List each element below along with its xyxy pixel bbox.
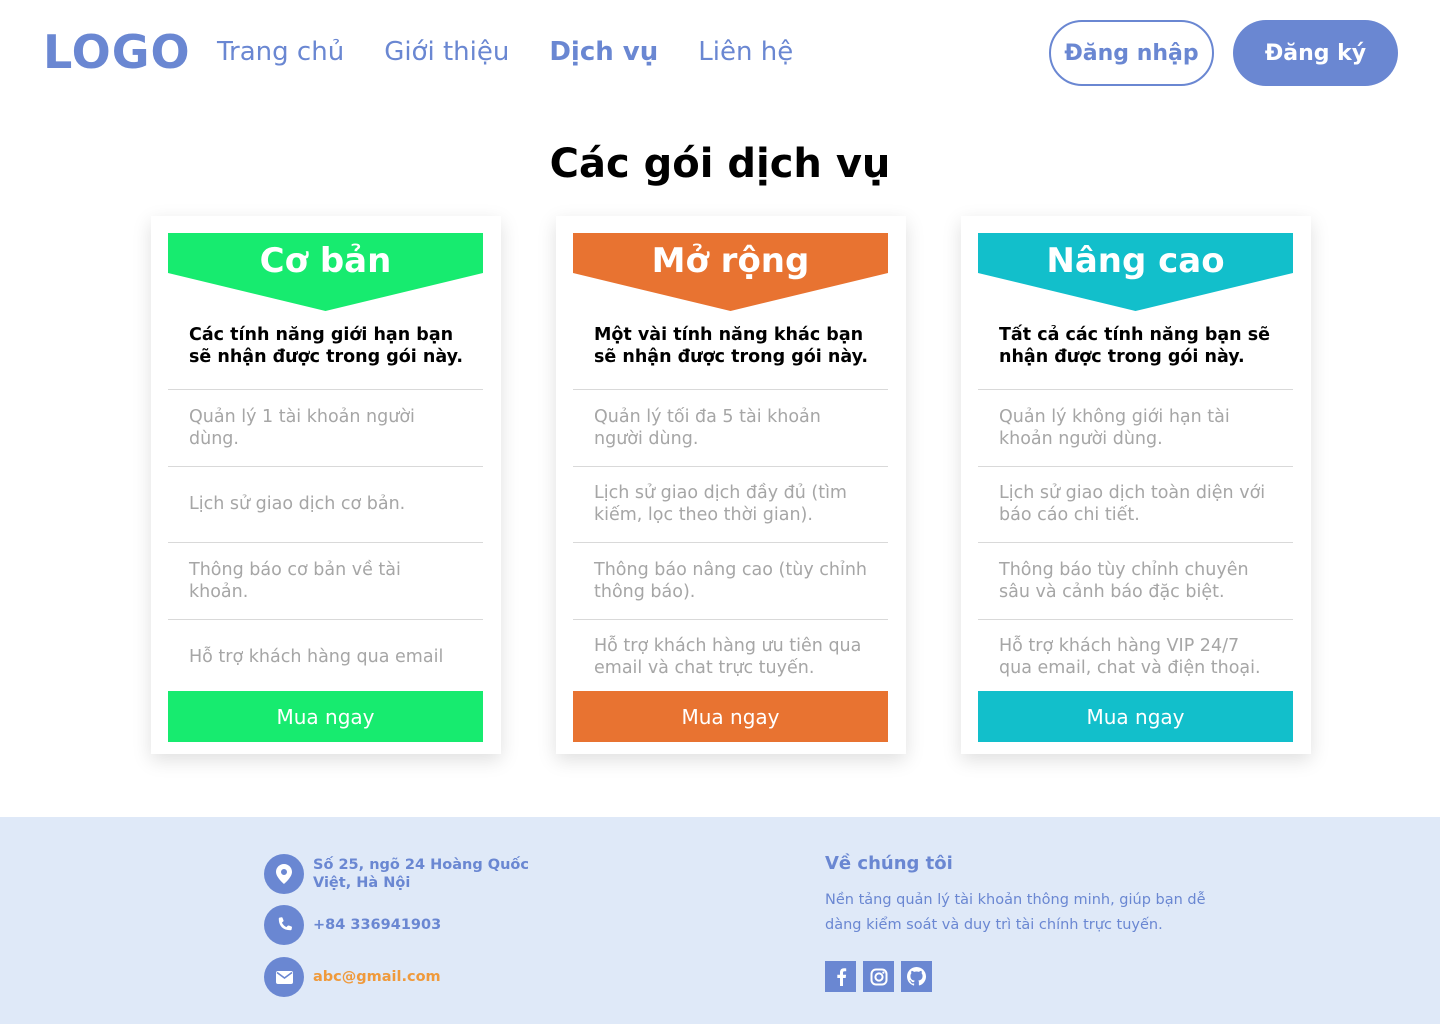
feature-item: Hỗ trợ khách hàng ưu tiên qua email và c…	[573, 618, 888, 696]
feature-item: Hỗ trợ khách hàng qua email	[168, 618, 483, 696]
feature-text: Lịch sử giao dịch cơ bản.	[189, 494, 406, 515]
feature-item: Lịch sử giao dịch toàn diện với báo cáo …	[978, 465, 1293, 543]
email-link[interactable]: abc@gmail.com	[313, 968, 441, 986]
feature-item: Thông báo nâng cao (tùy chỉnh thông báo)…	[573, 542, 888, 619]
feature-item: Thông báo cơ bản về tài khoản.	[168, 542, 483, 619]
feature-item: Lịch sử giao dịch cơ bản.	[168, 465, 483, 543]
contact-phone: +84 336941903	[264, 905, 441, 945]
facebook-icon[interactable]	[825, 961, 856, 992]
nav-item-home[interactable]: Trang chủ	[217, 34, 344, 70]
plan-card-extended: Mở rộng Một vài tính năng khác bạn sẽ nh…	[556, 216, 906, 754]
github-icon[interactable]	[901, 961, 932, 992]
envelope-icon	[264, 957, 304, 997]
nav-item-contact[interactable]: Liên hệ	[698, 34, 793, 70]
plan-title: Mở rộng	[651, 241, 810, 281]
feature-text: Quản lý không giới hạn tài khoản người d…	[999, 406, 1230, 449]
buy-button-advanced[interactable]: Mua ngay	[978, 691, 1293, 742]
logo[interactable]: LOGO	[43, 24, 191, 80]
feature-item: Quản lý không giới hạn tài khoản người d…	[978, 389, 1293, 466]
feature-item: Quản lý 1 tài khoản người dùng.	[168, 389, 483, 466]
map-pin-icon	[264, 854, 304, 894]
feature-item: Lịch sử giao dịch đầy đủ (tìm kiếm, lọc …	[573, 465, 888, 543]
login-button[interactable]: Đăng nhập	[1049, 20, 1214, 86]
phone-text[interactable]: +84 336941903	[313, 916, 441, 934]
plan-card-basic: Cơ bản Các tính năng giới hạn bạn sẽ nhậ…	[151, 216, 501, 754]
register-button[interactable]: Đăng ký	[1233, 20, 1398, 86]
buy-button-extended[interactable]: Mua ngay	[573, 691, 888, 742]
plan-title: Nâng cao	[1046, 241, 1225, 281]
plan-card-header: Mở rộng	[573, 233, 888, 311]
contact-address: Số 25, ngõ 24 Hoàng Quốc Việt, Hà Nội	[264, 854, 563, 894]
about-text: Nền tảng quản lý tài khoản thông minh, g…	[825, 892, 1206, 933]
feature-text: Quản lý 1 tài khoản người dùng.	[189, 406, 415, 449]
feature-text: Quản lý tối đa 5 tài khoản người dùng.	[594, 406, 821, 449]
plan-title: Cơ bản	[259, 241, 392, 281]
plan-description: Các tính năng giới hạn bạn sẽ nhận được …	[189, 325, 464, 367]
plan-card-header: Cơ bản	[168, 233, 483, 311]
feature-text: Thông báo nâng cao (tùy chỉnh thông báo)…	[594, 559, 868, 602]
main-nav: Trang chủ Giới thiệu Dịch vụ Liên hệ	[217, 34, 833, 70]
feature-item: Hỗ trợ khách hàng VIP 24/7 qua email, ch…	[978, 618, 1293, 696]
feature-list: Quản lý 1 tài khoản người dùng. Lịch sử …	[168, 389, 483, 695]
feature-text: Thông báo tùy chỉnh chuyên sâu và cảnh b…	[999, 559, 1249, 602]
feature-list: Quản lý không giới hạn tài khoản người d…	[978, 389, 1293, 695]
contact-email: abc@gmail.com	[264, 957, 441, 997]
site-header: LOGO Trang chủ Giới thiệu Dịch vụ Liên h…	[0, 0, 1440, 110]
nav-item-about[interactable]: Giới thiệu	[384, 34, 509, 70]
page-title: Các gói dịch vụ	[549, 141, 891, 187]
instagram-icon[interactable]	[863, 961, 894, 992]
site-footer: Số 25, ngõ 24 Hoàng Quốc Việt, Hà Nội +8…	[0, 817, 1440, 1024]
feature-item: Thông báo tùy chỉnh chuyên sâu và cảnh b…	[978, 542, 1293, 619]
about-title: Về chúng tôi	[825, 853, 953, 874]
feature-text: Hỗ trợ khách hàng ưu tiên qua email và c…	[594, 636, 862, 679]
nav-item-services[interactable]: Dịch vụ	[549, 34, 658, 70]
phone-icon	[264, 905, 304, 945]
plan-card-header: Nâng cao	[978, 233, 1293, 311]
plan-description: Tất cả các tính năng bạn sẽ nhận được tr…	[999, 325, 1271, 367]
feature-text: Hỗ trợ khách hàng qua email	[189, 647, 444, 668]
address-text: Số 25, ngõ 24 Hoàng Quốc Việt, Hà Nội	[313, 857, 529, 891]
feature-text: Lịch sử giao dịch toàn diện với báo cáo …	[999, 483, 1266, 526]
plan-card-advanced: Nâng cao Tất cả các tính năng bạn sẽ nhậ…	[961, 216, 1311, 754]
social-links	[825, 961, 932, 992]
buy-button-basic[interactable]: Mua ngay	[168, 691, 483, 742]
feature-text: Hỗ trợ khách hàng VIP 24/7 qua email, ch…	[999, 636, 1261, 679]
feature-list: Quản lý tối đa 5 tài khoản người dùng. L…	[573, 389, 888, 695]
feature-item: Quản lý tối đa 5 tài khoản người dùng.	[573, 389, 888, 466]
feature-text: Thông báo cơ bản về tài khoản.	[189, 559, 401, 602]
feature-text: Lịch sử giao dịch đầy đủ (tìm kiếm, lọc …	[594, 483, 847, 526]
plan-description: Một vài tính năng khác bạn sẽ nhận được …	[594, 325, 869, 367]
